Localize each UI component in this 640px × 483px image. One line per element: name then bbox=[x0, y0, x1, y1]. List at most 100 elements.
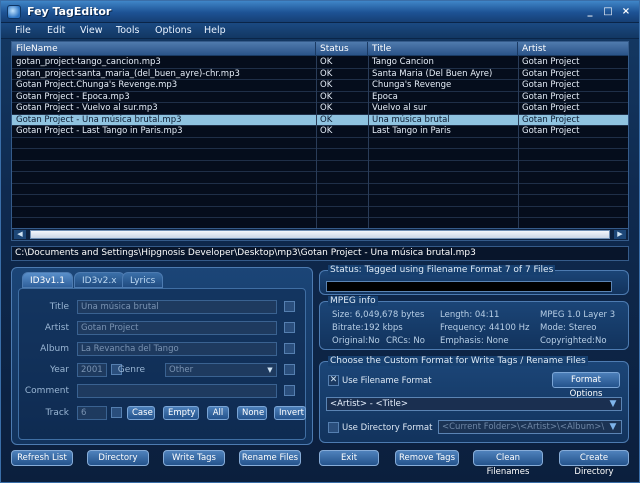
clean-filenames-button[interactable]: Clean Filenames bbox=[473, 450, 543, 477]
table-row[interactable] bbox=[12, 207, 628, 218]
menu-help[interactable]: Help bbox=[204, 25, 226, 36]
directory-format-value: <Current Folder>\<Artist>\<Album>\ bbox=[442, 422, 605, 432]
directory-format-select[interactable]: <Current Folder>\<Artist>\<Album>\ ▼ bbox=[438, 420, 622, 434]
filename-format-value: <Artist> - <Title> bbox=[330, 399, 408, 409]
use-directory-checkbox[interactable] bbox=[328, 422, 339, 433]
row-artist: Gotan Project bbox=[522, 57, 580, 67]
table-row[interactable] bbox=[12, 172, 628, 184]
app-icon bbox=[7, 5, 21, 19]
invert-button[interactable]: Invert bbox=[274, 406, 306, 420]
use-filename-checkbox[interactable]: ✕ bbox=[328, 375, 339, 386]
album-field[interactable]: La Revancha del Tango bbox=[77, 342, 277, 356]
title-field[interactable]: Una música brutal bbox=[77, 300, 277, 314]
title-bar[interactable]: Fey TagEditor _ □ × bbox=[1, 1, 639, 23]
title-label: Title bbox=[49, 302, 69, 312]
menu-edit[interactable]: Edit bbox=[47, 25, 65, 36]
maximize-button[interactable]: □ bbox=[601, 5, 615, 18]
track-checkbox[interactable] bbox=[111, 407, 122, 418]
table-row[interactable]: gotan_project-tango_cancion.mp3 OK Tango C… bbox=[12, 57, 628, 69]
file-list[interactable]: FileName Status Title Artist gotan_proje… bbox=[11, 41, 629, 241]
table-row[interactable] bbox=[12, 149, 628, 161]
chevron-down-icon[interactable]: ▼ bbox=[264, 364, 276, 376]
mpeg-frequency: Frequency: 44100 Hz bbox=[440, 323, 530, 333]
artist-field[interactable]: Gotan Project bbox=[77, 321, 277, 335]
comment-field[interactable] bbox=[77, 384, 277, 398]
artist-checkbox[interactable] bbox=[284, 322, 295, 333]
table-row[interactable] bbox=[12, 195, 628, 207]
empty-button[interactable]: Empty bbox=[163, 406, 199, 420]
row-artist: Gotan Project bbox=[522, 68, 580, 79]
tab-content: Title Una música brutal Artist Gotan Pro… bbox=[18, 288, 306, 440]
close-button[interactable]: × bbox=[619, 5, 633, 18]
menu-file[interactable]: File bbox=[15, 25, 31, 36]
row-file: Gotan Project - Época.mp3 bbox=[16, 91, 130, 102]
remove-tags-button[interactable]: Remove Tags bbox=[395, 450, 459, 466]
create-directory-button[interactable]: Create Directory bbox=[559, 450, 629, 477]
use-filename-label: Use Filename Format bbox=[342, 376, 432, 386]
mpeg-bitrate: Bitrate:192 kbps bbox=[332, 323, 403, 333]
tab-id3v1[interactable]: ID3v1.1 bbox=[22, 272, 73, 288]
row-title: Chunga's Revenge bbox=[372, 80, 452, 90]
album-label: Album bbox=[40, 344, 69, 354]
none-button[interactable]: None bbox=[237, 406, 267, 420]
mpeg-crcs: CRCs: No bbox=[386, 336, 425, 346]
column-title[interactable]: Title bbox=[368, 42, 518, 56]
menu-view[interactable]: View bbox=[80, 25, 103, 36]
table-row[interactable]: Gotan Project - Last Tango in Paris.mp3 O… bbox=[12, 126, 628, 138]
table-row[interactable] bbox=[12, 161, 628, 172]
row-file: Gotan Project - Vuelvo al sur.mp3 bbox=[16, 103, 158, 113]
mpeg-emphasis: Emphasis: None bbox=[440, 336, 509, 346]
genre-checkbox[interactable] bbox=[284, 364, 295, 375]
table-row[interactable]: Gotan Project.Chunga's Revenge.mp3 OK Chun… bbox=[12, 80, 628, 92]
table-row[interactable]: gotan_project-santa_maria_(del_buen_ayre… bbox=[12, 68, 628, 80]
year-label: Year bbox=[49, 365, 69, 375]
table-row[interactable]: Gotan Project - Una música brutal.mp3 OK U… bbox=[12, 114, 628, 126]
horizontal-scrollbar[interactable]: ◀ ▶ bbox=[12, 228, 628, 240]
rename-files-button[interactable]: Rename Files bbox=[239, 450, 301, 466]
minimize-button[interactable]: _ bbox=[583, 5, 597, 18]
exit-button[interactable]: Exit bbox=[319, 450, 379, 466]
row-title: Santa Maria (Del Buen Ayre) bbox=[372, 68, 493, 79]
table-row[interactable] bbox=[12, 138, 628, 149]
scroll-left-icon[interactable]: ◀ bbox=[14, 230, 26, 239]
title-checkbox[interactable] bbox=[284, 301, 295, 312]
all-button[interactable]: All bbox=[207, 406, 229, 420]
table-row[interactable]: Gotan Project - Época.mp3 OK Época Gotan Pr… bbox=[12, 91, 628, 103]
genre-select[interactable]: Other ▼ bbox=[165, 363, 277, 377]
menu-options[interactable]: Options bbox=[155, 25, 192, 36]
menu-tools[interactable]: Tools bbox=[116, 25, 139, 36]
progress-bar bbox=[326, 281, 612, 292]
scroll-thumb[interactable] bbox=[30, 230, 610, 239]
row-file: Gotan Project - Last Tango in Paris.mp3 bbox=[16, 126, 183, 136]
row-status: OK bbox=[320, 114, 333, 125]
file-list-header: FileName Status Title Artist bbox=[12, 42, 628, 56]
case-button[interactable]: Case bbox=[127, 406, 155, 420]
column-divider bbox=[518, 56, 519, 228]
row-file: Gotan Project.Chunga's Revenge.mp3 bbox=[16, 80, 178, 90]
row-artist: Gotan Project bbox=[522, 126, 580, 136]
genre-value: Other bbox=[169, 365, 194, 375]
album-checkbox[interactable] bbox=[284, 343, 295, 354]
refresh-list-button[interactable]: Refresh List bbox=[11, 450, 73, 466]
progress-fill bbox=[327, 282, 611, 291]
status-text: Status: Tagged using Filename Format 7 o… bbox=[328, 265, 556, 275]
table-row[interactable]: Gotan Project - Vuelvo al sur.mp3 OK Vuelv… bbox=[12, 103, 628, 115]
write-tags-button[interactable]: Write Tags bbox=[163, 450, 225, 466]
chevron-down-icon[interactable]: ▼ bbox=[607, 399, 619, 409]
table-row[interactable] bbox=[12, 184, 628, 195]
format-options-button[interactable]: Format Options bbox=[552, 372, 620, 399]
row-status: OK bbox=[320, 103, 333, 113]
column-filename[interactable]: FileName bbox=[12, 42, 316, 56]
filename-format-select[interactable]: <Artist> - <Title> ▼ bbox=[326, 397, 622, 411]
chevron-down-icon[interactable]: ▼ bbox=[607, 422, 619, 432]
tab-id3v2[interactable]: ID3v2.x bbox=[74, 272, 125, 288]
directory-button[interactable]: Directory bbox=[87, 450, 149, 466]
tab-lyrics[interactable]: Lyrics bbox=[122, 272, 164, 288]
row-artist: Gotan Project bbox=[522, 91, 580, 102]
scroll-right-icon[interactable]: ▶ bbox=[614, 230, 626, 239]
comment-checkbox[interactable] bbox=[284, 385, 295, 396]
track-field[interactable]: 6 bbox=[77, 406, 107, 420]
column-artist[interactable]: Artist bbox=[518, 42, 628, 56]
column-status[interactable]: Status bbox=[316, 42, 368, 56]
use-directory-label: Use Directory Format bbox=[342, 423, 433, 433]
